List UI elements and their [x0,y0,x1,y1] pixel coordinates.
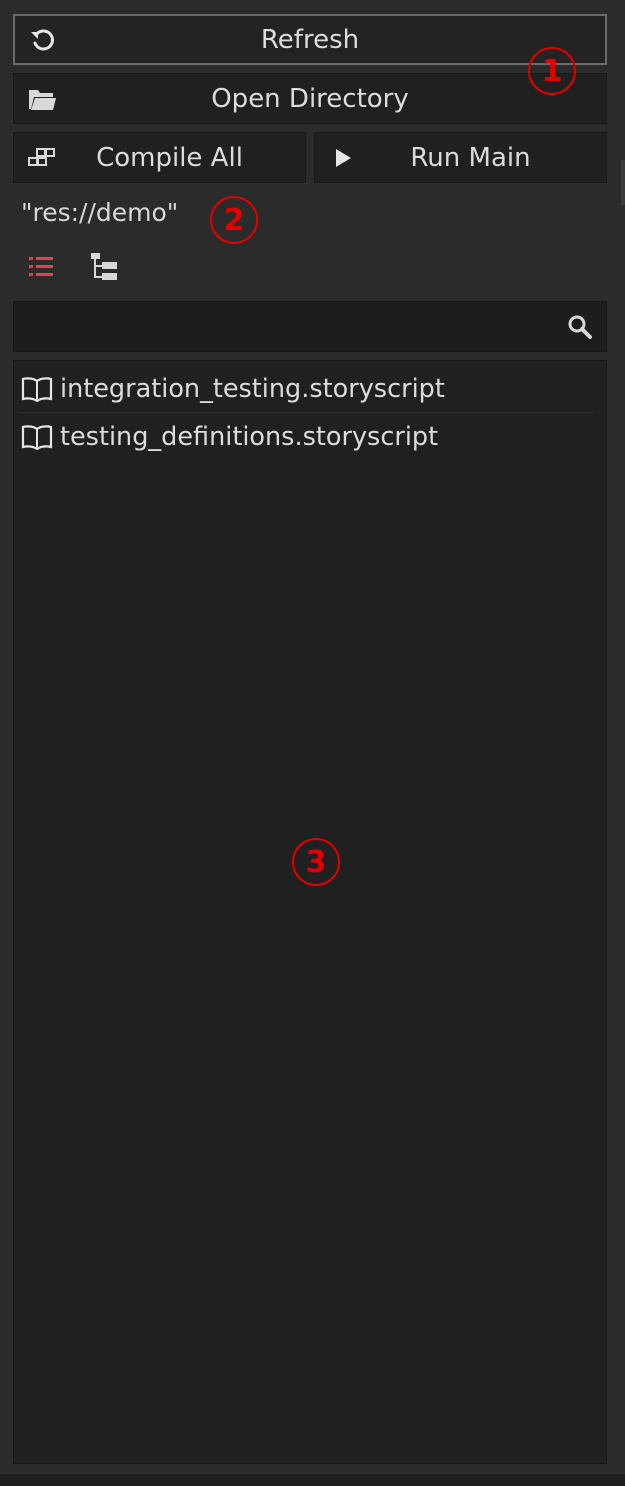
search-bar [13,301,607,352]
open-directory-label: Open Directory [211,83,409,114]
play-icon [328,143,358,173]
current-path-label: "res://demo" [21,198,179,227]
search-input[interactable] [14,302,554,351]
refresh-button[interactable]: Refresh [13,14,607,65]
refresh-icon [28,25,58,55]
compile-all-label: Compile All [96,142,243,173]
open-directory-button[interactable]: Open Directory [13,73,607,124]
tree-icon [91,253,117,280]
file-list: integration_testing.storyscript testing_… [13,360,607,1464]
list-icon [29,257,53,276]
file-name: testing_definitions.storyscript [60,422,439,452]
storyscript-panel: Refresh Open Directory Compile All Run M… [0,0,625,1486]
annotation-marker-2: 2 [210,196,258,244]
book-icon [20,422,54,452]
refresh-label: Refresh [260,24,360,55]
panel-resize-handle[interactable] [621,160,625,205]
compile-all-button[interactable]: Compile All [13,132,306,183]
list-item[interactable]: integration_testing.storyscript [20,365,594,413]
list-item[interactable]: testing_definitions.storyscript [20,413,594,461]
file-name: integration_testing.storyscript [60,373,445,404]
annotation-marker-1: 1 [528,47,576,95]
bottom-strip [0,1474,625,1486]
annotation-marker-3: 3 [292,838,340,886]
book-icon [20,374,54,404]
tree-view-toggle[interactable] [88,250,122,284]
folder-open-icon [27,84,57,114]
search-icon[interactable] [566,313,594,341]
compile-blocks-icon [27,143,57,173]
run-main-label: Run Main [410,142,531,173]
list-view-toggle[interactable] [24,250,58,284]
run-main-button[interactable]: Run Main [314,132,607,183]
